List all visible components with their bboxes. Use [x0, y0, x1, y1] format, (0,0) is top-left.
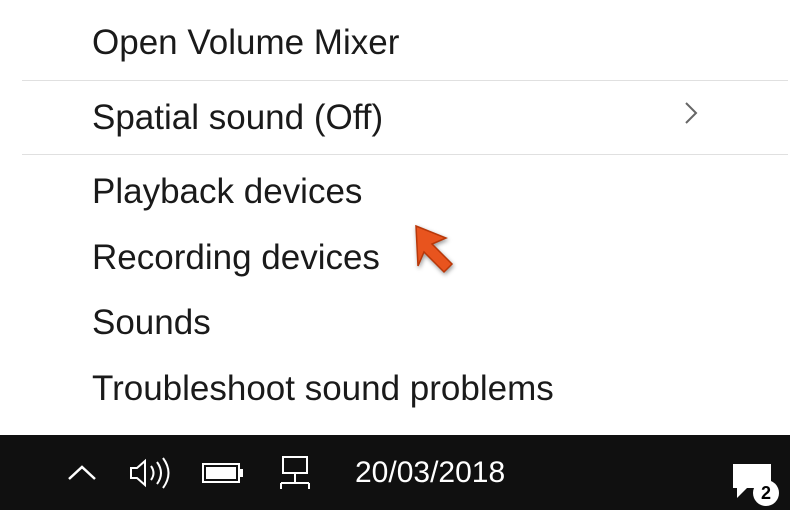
taskbar: 20/03/2018 2 — [0, 435, 790, 510]
menu-item-label: Sounds — [92, 300, 211, 346]
menu-item-label: Playback devices — [92, 169, 362, 215]
tray-overflow-icon[interactable] — [65, 463, 99, 483]
action-center-icon[interactable]: 2 — [729, 460, 775, 502]
network-icon[interactable] — [275, 455, 315, 491]
menu-item-label: Open Volume Mixer — [92, 20, 399, 66]
menu-item-label: Recording devices — [92, 235, 380, 281]
menu-separator — [22, 154, 788, 155]
menu-item-playback-devices[interactable]: Playback devices — [22, 159, 788, 225]
chevron-right-icon — [684, 101, 698, 133]
taskbar-date[interactable]: 20/03/2018 — [355, 456, 505, 490]
menu-item-label: Troubleshoot sound problems — [92, 366, 554, 412]
notification-badge: 2 — [753, 480, 779, 506]
system-tray — [0, 455, 315, 491]
menu-item-recording-devices[interactable]: Recording devices — [22, 225, 788, 291]
menu-item-sounds[interactable]: Sounds — [22, 290, 788, 356]
menu-separator — [22, 80, 788, 81]
volume-icon[interactable] — [129, 456, 171, 490]
battery-icon[interactable] — [201, 460, 245, 486]
menu-item-label: Spatial sound (Off) — [92, 95, 383, 141]
menu-item-open-volume-mixer[interactable]: Open Volume Mixer — [22, 10, 788, 76]
arrow-pointer-icon — [408, 218, 468, 278]
menu-item-spatial-sound[interactable]: Spatial sound (Off) — [22, 85, 788, 151]
context-menu: Open Volume Mixer Spatial sound (Off) Pl… — [22, 0, 788, 431]
menu-item-troubleshoot[interactable]: Troubleshoot sound problems — [22, 356, 788, 422]
